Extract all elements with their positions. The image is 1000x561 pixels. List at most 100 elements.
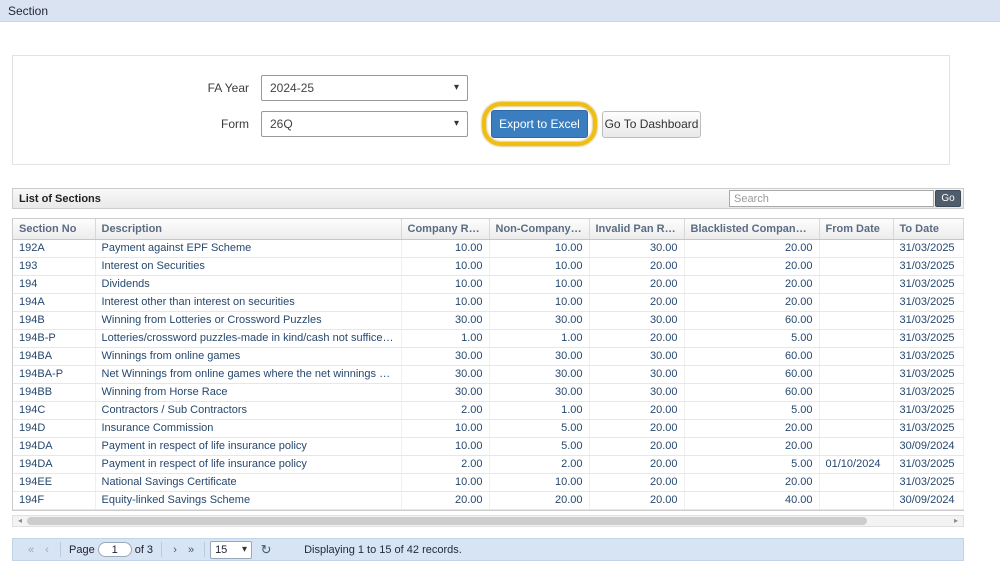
pager-last-button[interactable]: » [183, 541, 199, 559]
table-row[interactable]: 194C Contractors / Sub Contractors 2.00 1.0… [13, 401, 964, 420]
table-cell: 20.00 [684, 275, 820, 294]
table-cell: 5.00 [684, 401, 820, 420]
table-cell: Net Winnings from online games where the… [95, 365, 402, 384]
table-row[interactable]: 194EE National Savings Certificate 10.00 10… [13, 473, 964, 492]
col-header-blacklisted-company-rate[interactable]: Blacklisted Company Rate [684, 219, 820, 240]
col-header-company-rate[interactable]: Company Rate [401, 219, 490, 240]
table-cell: Interest other than interest on securiti… [95, 293, 402, 312]
table-cell: 30.00 [489, 383, 590, 402]
table-cell: 20.00 [589, 401, 685, 420]
col-header-section-no[interactable]: Section No [13, 219, 96, 240]
table-cell: 5.00 [684, 329, 820, 348]
table-cell: 10.00 [401, 239, 490, 258]
form-value: 26Q [270, 117, 293, 131]
col-header-invalid-pan-rate[interactable]: Invalid Pan Rate [589, 219, 685, 240]
export-to-excel-button[interactable]: Export to Excel [491, 110, 588, 138]
page-size-select[interactable]: 15 ▾ [210, 540, 253, 559]
table-cell: 1.00 [489, 401, 590, 420]
table-cell: 20.00 [401, 491, 490, 510]
table-cell [819, 329, 894, 348]
table-cell: 10.00 [401, 437, 490, 456]
table-row[interactable]: 194BA-P Net Winnings from online games wh… [13, 365, 964, 384]
table-cell [819, 419, 894, 438]
table-row[interactable]: 194B Winning from Lotteries or Crossword … [13, 311, 964, 330]
table-row[interactable]: 194BB Winning from Horse Race 30.00 30.00 30… [13, 383, 964, 402]
table-cell: 40.00 [684, 491, 820, 510]
table-row[interactable]: 194F Equity-linked Savings Scheme 20.00 20.… [13, 491, 964, 510]
table-cell: 31/03/2025 [893, 239, 964, 258]
pager-next-button[interactable]: › [167, 541, 183, 559]
table-row[interactable]: 194BA Winnings from online games 30.00 30.0… [13, 347, 964, 366]
table-cell: 10.00 [489, 473, 590, 492]
list-header-bar: List of Sections Go [12, 188, 964, 209]
table-cell: 31/03/2025 [893, 311, 964, 330]
table-cell: 30.00 [589, 239, 685, 258]
table-cell: 20.00 [684, 293, 820, 312]
refresh-icon[interactable]: ↻ [258, 541, 274, 559]
col-header-from-date[interactable]: From Date [819, 219, 894, 240]
table-cell: 60.00 [684, 383, 820, 402]
horizontal-scrollbar[interactable]: ◂ ▸ [12, 515, 964, 527]
table-cell: 31/03/2025 [893, 293, 964, 312]
form-select[interactable]: 26Q ▾ [261, 111, 468, 137]
table-cell: 20.00 [589, 437, 685, 456]
col-header-description[interactable]: Description [95, 219, 402, 240]
pager-prev-button[interactable]: ‹ [39, 541, 55, 559]
table-cell [819, 239, 894, 258]
table-cell: 30.00 [489, 347, 590, 366]
chevron-down-icon: ▾ [453, 118, 459, 129]
scroll-left-icon[interactable]: ◂ [13, 516, 27, 526]
pager-separator [204, 542, 206, 557]
table-row[interactable]: 194DA Payment in respect of life insuranc… [13, 455, 964, 474]
table-cell: Winning from Lotteries or Crossword Puzz… [95, 311, 402, 330]
chevron-down-icon: ▾ [453, 82, 459, 93]
col-header-non-company-rate[interactable]: Non-Company Rate [489, 219, 590, 240]
table-row[interactable]: 192A Payment against EPF Scheme 10.00 10.00… [13, 239, 964, 258]
table-cell: 5.00 [684, 455, 820, 474]
fa-year-select[interactable]: 2024-25 ▾ [261, 75, 468, 101]
table-cell: 10.00 [489, 257, 590, 276]
table-cell: Interest on Securities [95, 257, 402, 276]
page-size-value: 15 [215, 543, 228, 556]
table-cell: 5.00 [489, 437, 590, 456]
table-cell: 30.00 [489, 365, 590, 384]
scroll-right-icon[interactable]: ▸ [949, 516, 963, 526]
table-cell: Winning from Horse Race [95, 383, 402, 402]
table-cell: 194D [13, 419, 96, 438]
table-cell: 194F [13, 491, 96, 510]
page-number-input[interactable] [97, 542, 132, 557]
table-row[interactable]: 194D Insurance Commission 10.00 5.00 20.00 20… [13, 419, 964, 438]
search-go-button[interactable]: Go [935, 190, 961, 207]
search-input[interactable] [729, 190, 934, 207]
table-cell: 194DA [13, 455, 96, 474]
pager-status: Displaying 1 to 15 of 42 records. [304, 543, 462, 556]
table-cell: 31/03/2025 [893, 365, 964, 384]
table-cell: 20.00 [589, 455, 685, 474]
table-cell: 194C [13, 401, 96, 420]
table-cell: 31/03/2025 [893, 419, 964, 438]
pager-first-button[interactable]: « [23, 541, 39, 559]
table-row[interactable]: 193 Interest on Securities 10.00 10.00 20.00… [13, 257, 964, 276]
table-cell: 194A [13, 293, 96, 312]
table-cell: 31/03/2025 [893, 473, 964, 492]
go-to-dashboard-button[interactable]: Go To Dashboard [602, 110, 701, 138]
form-label: Form [221, 117, 249, 131]
table-cell: 193 [13, 257, 96, 276]
table-row[interactable]: 194DA Payment in respect of life insuranc… [13, 437, 964, 456]
fa-year-value: 2024-25 [270, 81, 315, 95]
pager-bar: « ‹ Page of 3 › » 15 ▾ ↻ Displaying 1 to… [12, 538, 964, 561]
scrollbar-thumb[interactable] [27, 517, 867, 525]
table-row[interactable]: 194A Interest other than interest on secu… [13, 293, 964, 312]
pager-of-label: of 3 [134, 543, 154, 556]
table-cell: 31/03/2025 [893, 329, 964, 348]
table-cell: 194DA [13, 437, 96, 456]
table-cell: 10.00 [489, 275, 590, 294]
table-row[interactable]: 194 Dividends 10.00 10.00 20.00 20.00 31/03/20… [13, 275, 964, 294]
table-cell: Contractors / Sub Contractors [95, 401, 402, 420]
table-row[interactable]: 194B-P Lotteries/crossword puzzles-made i… [13, 329, 964, 348]
table-cell: 194BA [13, 347, 96, 366]
col-header-to-date[interactable]: To Date [893, 219, 964, 240]
table-cell: 10.00 [489, 239, 590, 258]
table-cell: 30.00 [401, 365, 490, 384]
table-cell: 30.00 [589, 383, 685, 402]
